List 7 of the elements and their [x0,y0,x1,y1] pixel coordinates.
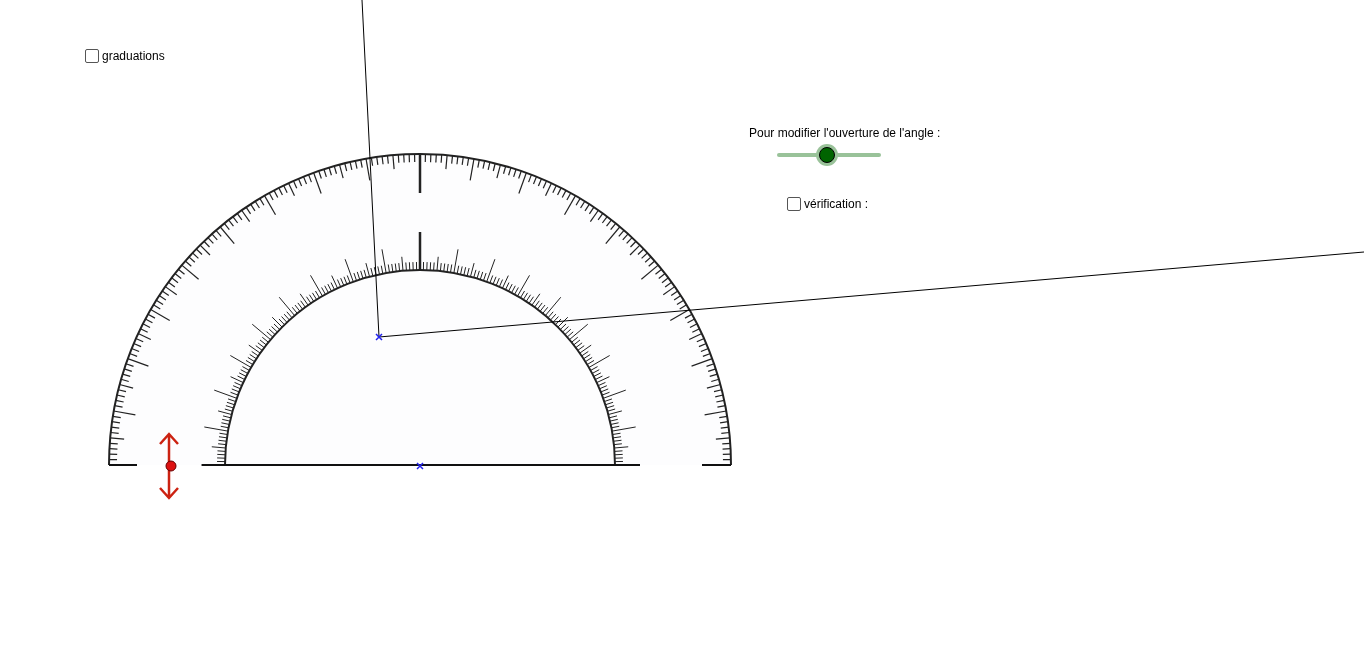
checkbox-label: graduations [102,48,165,65]
slider-thumb[interactable] [818,147,835,163]
double-arrow-handle[interactable] [158,432,180,500]
slider-label: Pour modifier l'ouverture de l'angle : [749,125,941,142]
checkbox-label: vérification : [804,196,869,213]
checkbox[interactable] [85,49,99,63]
checkbox[interactable] [787,197,801,211]
